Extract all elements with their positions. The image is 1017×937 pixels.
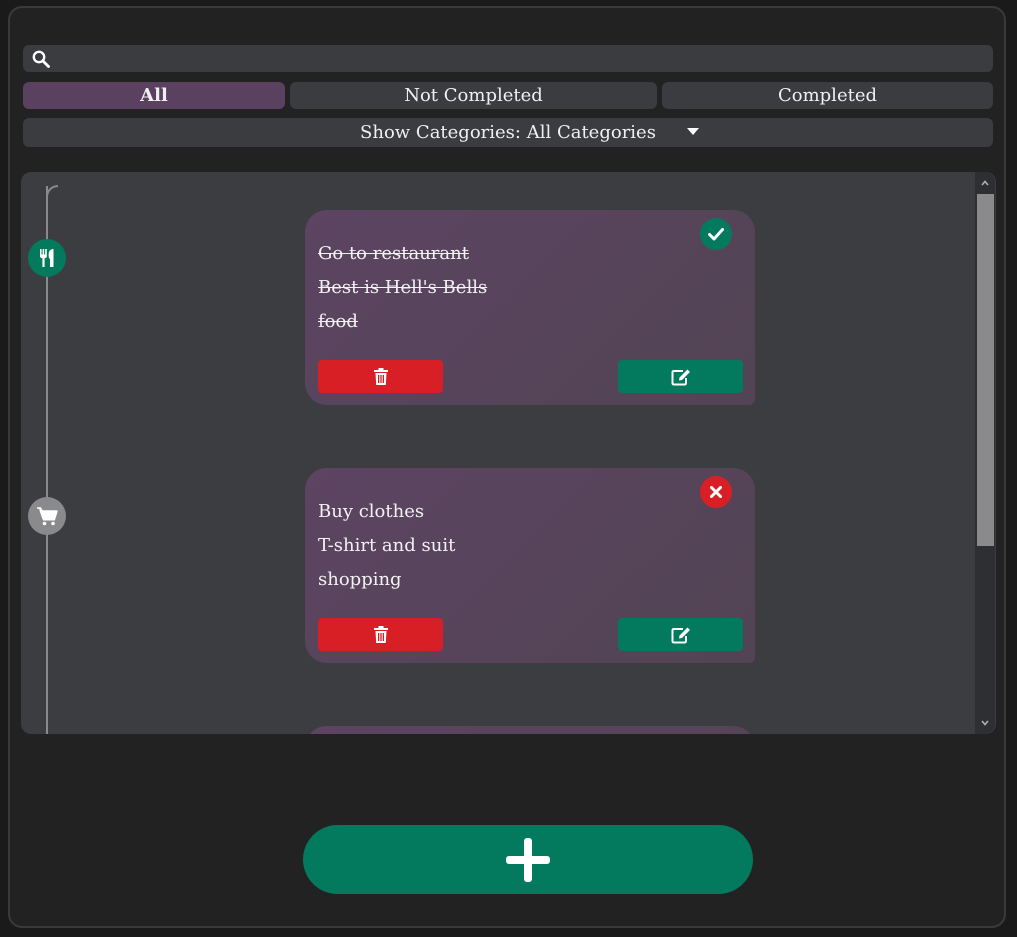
check-icon [708, 228, 724, 241]
task-description: T-shirt and suit [318, 535, 456, 556]
task-card [305, 726, 755, 734]
tab-completed[interactable]: Completed [662, 82, 993, 109]
completed-toggle[interactable] [700, 218, 732, 250]
task-title: Buy clothes [318, 501, 425, 522]
trash-icon [373, 626, 388, 643]
task-timeline-panel: Go to restaurant Best is Hell's Bells fo… [21, 172, 996, 734]
category-select-label: Show Categories: All Categories [360, 122, 656, 143]
category-dot-shopping [28, 497, 66, 535]
add-task-button[interactable] [303, 825, 753, 894]
completed-toggle[interactable] [700, 476, 732, 508]
edit-button[interactable] [618, 360, 743, 393]
tab-not-completed[interactable]: Not Completed [290, 82, 657, 109]
edit-button[interactable] [618, 618, 743, 651]
task-category: food [318, 311, 358, 332]
search-bar[interactable] [23, 45, 993, 74]
scrollbar-thumb[interactable] [977, 194, 994, 546]
tab-all[interactable]: All [23, 82, 285, 109]
task-card: Go to restaurant Best is Hell's Bells fo… [305, 210, 755, 405]
close-icon [710, 486, 722, 498]
shopping-cart-icon [37, 507, 58, 526]
scroll-down-icon[interactable] [980, 718, 990, 728]
edit-icon [671, 369, 690, 385]
search-icon [32, 50, 50, 68]
scroll-up-icon[interactable] [980, 178, 990, 188]
trash-icon [373, 368, 388, 385]
plus-icon [506, 837, 550, 882]
edit-icon [671, 627, 690, 643]
task-title: Go to restaurant [318, 243, 469, 264]
category-dot-food [28, 239, 66, 277]
task-description: Best is Hell's Bells [318, 277, 488, 298]
scrollbar[interactable] [975, 172, 995, 734]
task-card: Buy clothes T-shirt and suit shopping [305, 468, 755, 663]
delete-button[interactable] [318, 618, 443, 651]
delete-button[interactable] [318, 360, 443, 393]
category-select[interactable]: Show Categories: All Categories [23, 118, 993, 147]
chevron-down-icon [687, 128, 699, 135]
utensils-icon [40, 249, 54, 267]
task-category: shopping [318, 569, 402, 590]
search-input[interactable] [59, 45, 983, 74]
